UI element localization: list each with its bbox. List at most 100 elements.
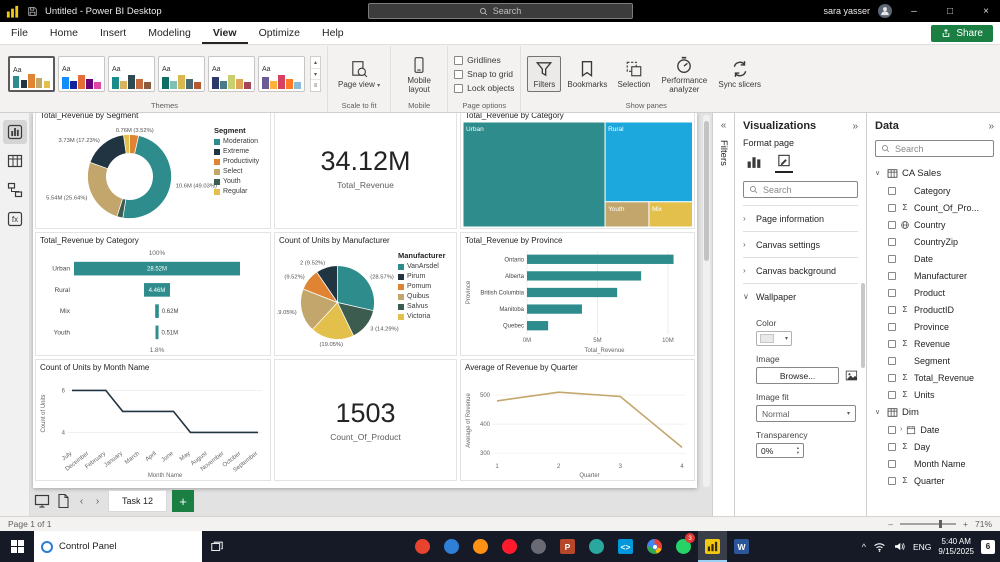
viz-search-box[interactable]: Search	[743, 181, 858, 198]
monitor-icon[interactable]	[34, 493, 50, 509]
section-canvas-background[interactable]: › Canvas background	[743, 257, 858, 283]
performance-analyzer-button[interactable]: Performance analyzer	[656, 52, 712, 96]
minimize-button[interactable]: –	[900, 0, 928, 22]
browse-button[interactable]: Browse...	[756, 367, 840, 384]
taskbar-app-power-bi[interactable]	[698, 531, 727, 562]
menu-item-help[interactable]: Help	[311, 22, 355, 44]
field-category[interactable]: Category	[875, 182, 994, 199]
visual-revenue-by-segment[interactable]: Total_Revenue by Segment 0.76M (3.52%) 10.…	[35, 113, 271, 229]
zoom-slider-thumb[interactable]	[939, 520, 943, 528]
visual-units-by-month[interactable]: Count of Units by Month Name 4 6 July Decemb…	[35, 359, 271, 481]
menu-item-optimize[interactable]: Optimize	[248, 22, 311, 44]
filters-pane-label[interactable]: Filters	[718, 140, 729, 166]
start-button[interactable]	[0, 531, 34, 562]
zoom-in-button[interactable]: +	[963, 519, 968, 529]
field-revenue[interactable]: Σ Revenue	[875, 335, 994, 352]
image-fit-select[interactable]: Normal ▾	[756, 405, 856, 422]
checkbox-snap-to-grid[interactable]	[454, 69, 464, 79]
field-province[interactable]: Province	[875, 318, 994, 335]
close-button[interactable]: ×	[972, 0, 1000, 22]
taskbar-app-vscode[interactable]: <>	[611, 531, 640, 562]
taskbar-app-app-teal[interactable]	[582, 531, 611, 562]
page-tab-task-12[interactable]: Task 12	[108, 490, 168, 512]
field-checkbox[interactable]	[888, 271, 896, 280]
expand-filters-icon[interactable]: «	[721, 120, 727, 131]
mobile-layout-button[interactable]: Mobile layout	[397, 52, 441, 96]
section-wallpaper[interactable]: ∨ Wallpaper	[743, 283, 858, 309]
build-visual-tab[interactable]	[745, 153, 763, 173]
visual-revenue-by-category-funnel[interactable]: Total_Revenue by Category 100% 1.8% Urban 28…	[35, 232, 271, 356]
menu-item-view[interactable]: View	[202, 22, 248, 44]
field-month-name[interactable]: Month Name	[875, 455, 994, 472]
field-checkbox[interactable]	[888, 322, 896, 331]
visual-avg-revenue-by-quarter[interactable]: Average of Revenue by Quarter 300 400 500 1 2…	[460, 359, 695, 481]
field-date[interactable]: Date	[875, 250, 994, 267]
field-checkbox[interactable]	[888, 254, 896, 263]
page-view-button[interactable]: Page view ▾	[334, 56, 384, 92]
filters-button[interactable]: Filters	[527, 56, 562, 92]
field-checkbox[interactable]	[888, 305, 896, 314]
field-units[interactable]: Σ Units	[875, 386, 994, 403]
viz-pane-scrollbar[interactable]	[861, 283, 865, 368]
sync-slicers-button[interactable]: Sync slicers	[714, 56, 765, 91]
table-dim[interactable]: ∨ Dim	[875, 403, 994, 421]
zoom-percent[interactable]: 71%	[975, 519, 992, 529]
collapse-visualizations-icon[interactable]: »	[852, 121, 858, 132]
visual-total-revenue-card[interactable]: 34.12M Total_Revenue	[274, 113, 457, 229]
taskbar-app-opera[interactable]	[495, 531, 524, 562]
canvas-scrollbar-thumb[interactable]	[704, 121, 709, 261]
field-checkbox[interactable]	[888, 203, 896, 212]
field-checkbox[interactable]	[888, 339, 896, 348]
table-view-button[interactable]	[3, 149, 27, 173]
data-search-box[interactable]: Search	[875, 140, 994, 157]
field-quarter[interactable]: Σ Quarter	[875, 472, 994, 489]
task-view-button[interactable]	[202, 531, 232, 562]
volume-icon[interactable]	[893, 540, 906, 553]
zoom-slider[interactable]	[900, 520, 957, 528]
theme-card-1[interactable]: Aa	[8, 56, 55, 92]
table-ca-sales[interactable]: ∨ CA Sales	[875, 164, 994, 182]
global-search-box[interactable]: Search	[367, 3, 633, 19]
themes-scroll-down-icon[interactable]: ▾	[311, 67, 320, 80]
save-icon[interactable]	[27, 6, 38, 17]
field-checkbox[interactable]	[888, 373, 896, 382]
menu-item-insert[interactable]: Insert	[89, 22, 137, 44]
theme-card-2[interactable]: Aa	[58, 56, 105, 92]
canvas-scrollbar[interactable]	[703, 115, 710, 487]
theme-card-3[interactable]: Aa	[108, 56, 155, 92]
share-button[interactable]: Share	[931, 24, 993, 42]
visual-revenue-by-province[interactable]: Total_Revenue by Province 0M 5M 10M Ontario A…	[460, 232, 695, 356]
field-checkbox[interactable]	[888, 237, 896, 246]
selection-button[interactable]: Selection	[613, 56, 654, 91]
stepper-icons[interactable]: ▴ ▾	[797, 445, 799, 456]
add-page-button[interactable]: +	[172, 490, 195, 512]
theme-card-5[interactable]: Aa	[208, 56, 255, 92]
checkbox-lock-objects[interactable]	[454, 83, 464, 93]
theme-card-4[interactable]: Aa	[158, 56, 205, 92]
prev-page-button[interactable]: ‹	[76, 496, 87, 507]
report-page[interactable]: Total_Revenue by Segment 0.76M (3.52%) 10.…	[33, 113, 697, 488]
checkbox-gridlines[interactable]	[454, 55, 464, 65]
action-center-badge[interactable]: 6	[981, 539, 995, 554]
field-country[interactable]: Country	[875, 216, 994, 233]
section-page-information[interactable]: › Page information	[743, 205, 858, 231]
taskbar-app-app-blue[interactable]	[437, 531, 466, 562]
tray-expand-icon[interactable]: ^	[862, 542, 866, 552]
wallpaper-color-picker[interactable]: ▾	[756, 331, 792, 346]
themes-scroll-up-icon[interactable]: ▴	[311, 57, 320, 68]
language-indicator[interactable]: ENG	[913, 542, 931, 552]
taskbar-app-opera-mini[interactable]	[408, 531, 437, 562]
theme-card-6[interactable]: Aa	[258, 56, 305, 92]
field-checkbox[interactable]	[888, 390, 896, 399]
taskbar-app-whatsapp[interactable]: 3	[669, 531, 698, 562]
field-checkbox[interactable]	[888, 459, 896, 468]
field-checkbox[interactable]	[888, 476, 896, 485]
taskbar-clock[interactable]: 5:40 AM 9/15/2025	[938, 537, 974, 557]
maximize-button[interactable]: □	[936, 0, 964, 22]
next-page-button[interactable]: ›	[92, 496, 103, 507]
field-countryzip[interactable]: CountryZip	[875, 233, 994, 250]
field-count-of-pro[interactable]: Σ Count_Of_Pro...	[875, 199, 994, 216]
model-view-button[interactable]	[3, 178, 27, 202]
format-page-tab[interactable]	[775, 153, 793, 173]
field-checkbox[interactable]	[888, 425, 896, 434]
